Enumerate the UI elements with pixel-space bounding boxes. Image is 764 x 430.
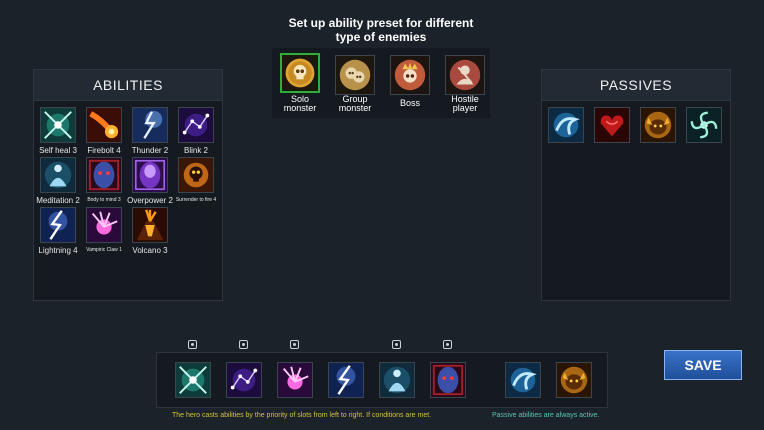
meditation-icon bbox=[380, 363, 414, 397]
active-slot-5[interactable] bbox=[379, 362, 415, 398]
lightning-icon bbox=[329, 363, 363, 397]
golden-beast-icon bbox=[641, 108, 675, 142]
preset-group-monster-label: Group monster bbox=[338, 94, 372, 113]
slot-3-settings-icon[interactable] bbox=[290, 340, 299, 349]
abilities-title: ABILITIES bbox=[34, 70, 222, 101]
slot-2-settings-icon[interactable] bbox=[239, 340, 248, 349]
passive-slot-1[interactable] bbox=[505, 362, 541, 398]
slot-1-settings-icon[interactable] bbox=[188, 340, 197, 349]
ability-label: Volcano 3 bbox=[132, 246, 168, 255]
water-swirl-icon bbox=[549, 108, 583, 142]
heart-icon bbox=[595, 108, 629, 142]
ability-firebolt[interactable] bbox=[86, 107, 122, 143]
preset-group-monster-button[interactable] bbox=[335, 55, 375, 95]
self-heal-icon bbox=[41, 108, 75, 142]
active-slot-4[interactable] bbox=[328, 362, 364, 398]
preset-boss-label: Boss bbox=[399, 98, 420, 108]
preset-title: Set up ability preset for different type… bbox=[288, 16, 474, 44]
lightning-icon bbox=[41, 208, 75, 242]
preset-hostile-player-button[interactable] bbox=[445, 55, 485, 95]
slot-6-settings-icon[interactable] bbox=[443, 340, 452, 349]
self-heal-icon bbox=[176, 363, 210, 397]
blink-icon bbox=[179, 108, 213, 142]
ability-vampiric-claw[interactable] bbox=[86, 207, 122, 243]
active-slot-6[interactable] bbox=[430, 362, 466, 398]
preset-solo-monster-button[interactable] bbox=[280, 53, 320, 93]
ability-blink[interactable] bbox=[178, 107, 214, 143]
overpower-icon bbox=[133, 158, 167, 192]
volcano-icon bbox=[133, 208, 167, 242]
group-skulls-icon bbox=[336, 56, 374, 94]
hostile-player-icon bbox=[446, 56, 484, 94]
skull-icon bbox=[282, 55, 318, 91]
active-slot-3[interactable] bbox=[277, 362, 313, 398]
ability-meditation[interactable] bbox=[40, 157, 76, 193]
blink-icon bbox=[227, 363, 261, 397]
ability-body-to-mind[interactable] bbox=[86, 157, 122, 193]
body-to-mind-icon bbox=[87, 158, 121, 192]
passive-heart[interactable] bbox=[594, 107, 630, 143]
water-swirl-icon bbox=[506, 363, 540, 397]
ability-lightning[interactable] bbox=[40, 207, 76, 243]
firebolt-icon bbox=[87, 108, 121, 142]
passive-note: Passive abilities are always active. bbox=[492, 412, 600, 419]
active-slot-1[interactable] bbox=[175, 362, 211, 398]
surrender-to-fire-icon bbox=[179, 158, 213, 192]
passive-slot-2[interactable] bbox=[556, 362, 592, 398]
golden-beast-icon bbox=[557, 363, 591, 397]
passive-whirlwind[interactable] bbox=[686, 107, 722, 143]
boss-skull-icon bbox=[391, 56, 429, 94]
ability-label: Surrender to fire 4 bbox=[175, 197, 217, 203]
passives-title: PASSIVES bbox=[542, 70, 730, 101]
meditation-icon bbox=[41, 158, 75, 192]
slot-5-settings-icon[interactable] bbox=[392, 340, 401, 349]
ability-volcano[interactable] bbox=[132, 207, 168, 243]
active-slot-2[interactable] bbox=[226, 362, 262, 398]
ability-label: Blink 2 bbox=[183, 146, 208, 155]
passives-panel: PASSIVES bbox=[541, 69, 731, 301]
ability-self-heal[interactable] bbox=[40, 107, 76, 143]
preset-boss-button[interactable] bbox=[390, 55, 430, 95]
preset-solo-monster-label: Solo monster bbox=[283, 94, 317, 113]
active-priority-note: The hero casts abilities by the priority… bbox=[172, 412, 432, 419]
passive-water-swirl[interactable] bbox=[548, 107, 584, 143]
body-to-mind-icon bbox=[431, 363, 465, 397]
vampiric-claw-icon bbox=[278, 363, 312, 397]
vampiric-claw-icon bbox=[87, 208, 121, 242]
save-button[interactable]: SAVE bbox=[664, 350, 742, 380]
thunder-icon bbox=[133, 108, 167, 142]
preset-hostile-player-label: Hostile player bbox=[451, 94, 479, 113]
ability-overpower[interactable] bbox=[132, 157, 168, 193]
whirlwind-icon bbox=[687, 108, 721, 142]
ability-surrender-to-fire[interactable] bbox=[178, 157, 214, 193]
ability-thunder[interactable] bbox=[132, 107, 168, 143]
passive-golden-beast[interactable] bbox=[640, 107, 676, 143]
